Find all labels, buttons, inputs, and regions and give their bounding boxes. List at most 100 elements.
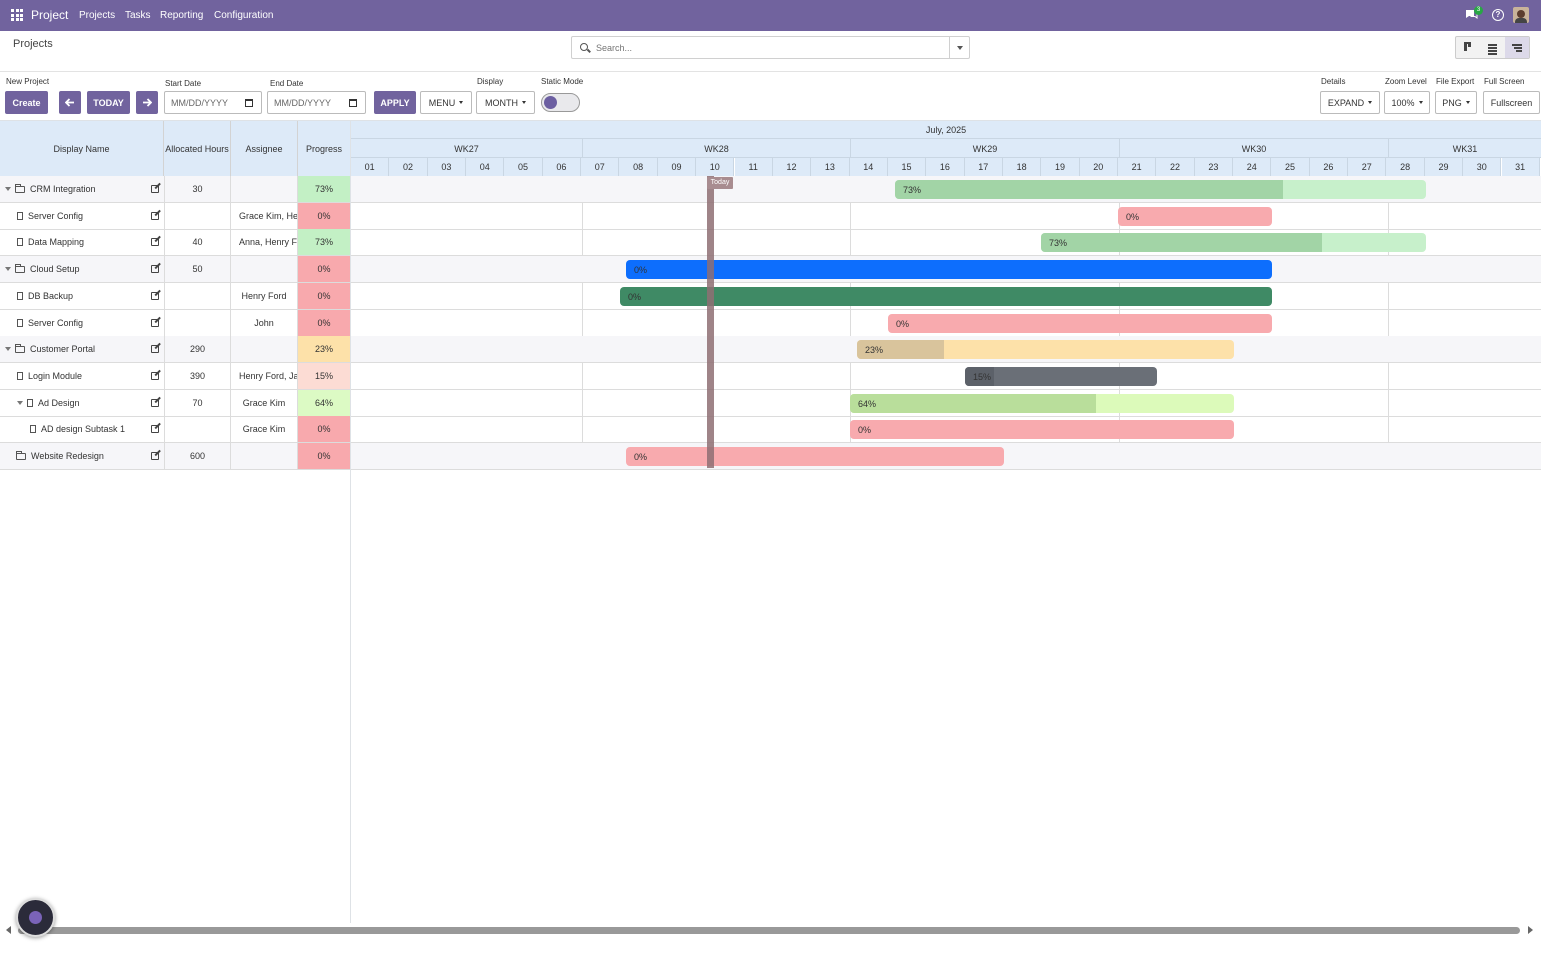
col-header-hours[interactable]: Allocated Hours <box>164 121 231 176</box>
next-button[interactable] <box>136 91 158 114</box>
static-mode-toggle[interactable] <box>541 93 580 112</box>
day-header: 19 <box>1041 158 1080 176</box>
edit-icon[interactable] <box>151 345 159 354</box>
row-name[interactable]: Ad Design <box>38 398 80 408</box>
end-date-input[interactable]: MM/DD/YYYY <box>267 91 366 114</box>
row-name[interactable]: AD design Subtask 1 <box>41 424 125 434</box>
gantt-view-button[interactable] <box>1504 37 1529 58</box>
table-row[interactable]: Customer Portal 290 23% <box>0 336 350 364</box>
edit-icon[interactable] <box>151 211 159 220</box>
edit-icon[interactable] <box>151 238 159 247</box>
table-row[interactable]: AD design Subtask 1 Grace Kim 0% <box>0 416 350 444</box>
edit-icon[interactable] <box>151 185 159 193</box>
caret-down-icon <box>1368 101 1373 104</box>
edit-icon[interactable] <box>151 371 159 380</box>
row-name[interactable]: Server Config <box>28 318 83 328</box>
col-header-assignee[interactable]: Assignee <box>231 121 298 176</box>
collapse-caret-icon[interactable] <box>5 267 11 272</box>
row-name[interactable]: Data Mapping <box>28 237 84 247</box>
top-navbar: Project Projects Tasks Reporting Configu… <box>0 0 1541 31</box>
scroll-right-arrow[interactable] <box>1528 926 1533 934</box>
gantt-bar[interactable]: 0% <box>1118 206 1272 226</box>
collapse-caret-icon[interactable] <box>17 400 23 405</box>
gantt-bar[interactable]: 0% <box>620 286 1272 306</box>
chat-launcher-button[interactable] <box>16 898 55 937</box>
edit-icon[interactable] <box>151 425 159 434</box>
table-row[interactable]: Cloud Setup 50 0% <box>0 256 350 284</box>
start-date-input[interactable]: MM/DD/YYYY <box>164 91 262 114</box>
row-name[interactable]: Login Module <box>28 371 82 381</box>
apps-menu-icon[interactable] <box>11 9 23 21</box>
calendar-icon[interactable] <box>349 99 357 107</box>
gantt-bar[interactable]: 23% <box>857 340 1234 360</box>
search-input[interactable] <box>596 40 936 56</box>
apply-button[interactable]: APPLY <box>374 91 416 114</box>
gantt-bar[interactable]: 0% <box>850 420 1234 440</box>
edit-icon[interactable] <box>151 398 159 407</box>
row-name[interactable]: Website Redesign <box>31 451 104 461</box>
breadcrumb[interactable]: Projects <box>13 38 53 50</box>
row-name[interactable]: DB Backup <box>28 291 73 301</box>
prev-button[interactable] <box>59 91 81 114</box>
table-row[interactable]: Server Config Grace Kim, Henry Ford0% <box>0 202 350 230</box>
help-icon[interactable]: ? <box>1492 9 1504 21</box>
collapse-caret-icon[interactable] <box>5 347 11 352</box>
gantt-bar[interactable]: 73% <box>895 180 1426 199</box>
edit-icon[interactable] <box>151 452 159 460</box>
app-name[interactable]: Project <box>31 8 68 22</box>
fullscreen-button[interactable]: Fullscreen <box>1483 91 1540 114</box>
today-button[interactable]: TODAY <box>87 91 130 114</box>
table-row[interactable]: DB Backup Henry Ford 0% <box>0 282 350 310</box>
user-avatar[interactable] <box>1513 7 1529 23</box>
display-value: MONTH <box>485 97 518 108</box>
edit-icon[interactable] <box>151 291 159 300</box>
gantt-bar[interactable]: 0% <box>888 313 1272 333</box>
table-row[interactable]: Server Config John 0% <box>0 309 350 337</box>
list-view-button[interactable] <box>1480 37 1504 58</box>
row-name[interactable]: Customer Portal <box>30 344 95 354</box>
gantt-bar[interactable]: 0% <box>626 260 1272 280</box>
kanban-view-button[interactable] <box>1456 37 1480 58</box>
scroll-thumb[interactable] <box>18 927 1520 934</box>
calendar-icon[interactable] <box>245 99 253 107</box>
day-header: 24 <box>1233 158 1272 176</box>
horizontal-scrollbar[interactable] <box>0 923 1541 938</box>
row-name[interactable]: CRM Integration <box>30 184 96 194</box>
edit-icon[interactable] <box>151 265 159 274</box>
timeline-panel: July, 2025 WK27 WK28 WK29 WK30 WK31 01 02 03 04… <box>351 121 1541 923</box>
file-icon <box>17 238 23 247</box>
menu-projects[interactable]: Projects <box>79 10 115 21</box>
menu-configuration[interactable]: Configuration <box>214 10 273 21</box>
table-row[interactable]: CRM Integration 30 73% <box>0 176 350 203</box>
gantt-bar[interactable]: 0% <box>626 447 1004 466</box>
menu-tasks[interactable]: Tasks <box>125 10 151 21</box>
search-options-toggle[interactable] <box>949 37 969 58</box>
allocated-hours: 50 <box>164 256 231 283</box>
scroll-left-arrow[interactable] <box>6 926 11 934</box>
search-box <box>571 36 970 59</box>
create-button[interactable]: Create <box>5 91 48 114</box>
table-row[interactable]: Data Mapping 40Anna, Henry Ford73% <box>0 229 350 257</box>
zoom-dropdown[interactable]: 100% <box>1384 91 1430 114</box>
end-date-label: End Date <box>270 79 304 88</box>
export-dropdown[interactable]: PNG <box>1435 91 1477 114</box>
table-row[interactable]: Login Module 390Henry Ford, Jack15% <box>0 362 350 390</box>
row-name[interactable]: Server Config <box>28 211 83 221</box>
table-row[interactable]: Ad Design 70 Grace Kim 64% <box>0 389 350 417</box>
search-icon <box>580 43 588 51</box>
collapse-caret-icon[interactable] <box>5 187 11 191</box>
gantt-bar[interactable]: 73% <box>1041 233 1426 253</box>
gantt-bar[interactable]: 64% <box>850 393 1234 413</box>
gantt-bar[interactable]: 15% <box>965 366 1157 386</box>
allocated-hours <box>164 416 231 443</box>
col-header-progress[interactable]: Progress <box>298 121 350 176</box>
display-dropdown[interactable]: MONTH <box>476 91 535 114</box>
menu-dropdown[interactable]: MENU <box>420 91 472 114</box>
row-name[interactable]: Cloud Setup <box>30 264 80 274</box>
menu-reporting[interactable]: Reporting <box>160 10 203 21</box>
edit-icon[interactable] <box>151 318 159 327</box>
day-header: 10 <box>696 158 735 176</box>
col-header-name[interactable]: Display Name <box>0 121 164 176</box>
details-dropdown[interactable]: EXPAND <box>1320 91 1380 114</box>
table-row[interactable]: Website Redesign 600 0% <box>0 443 350 470</box>
